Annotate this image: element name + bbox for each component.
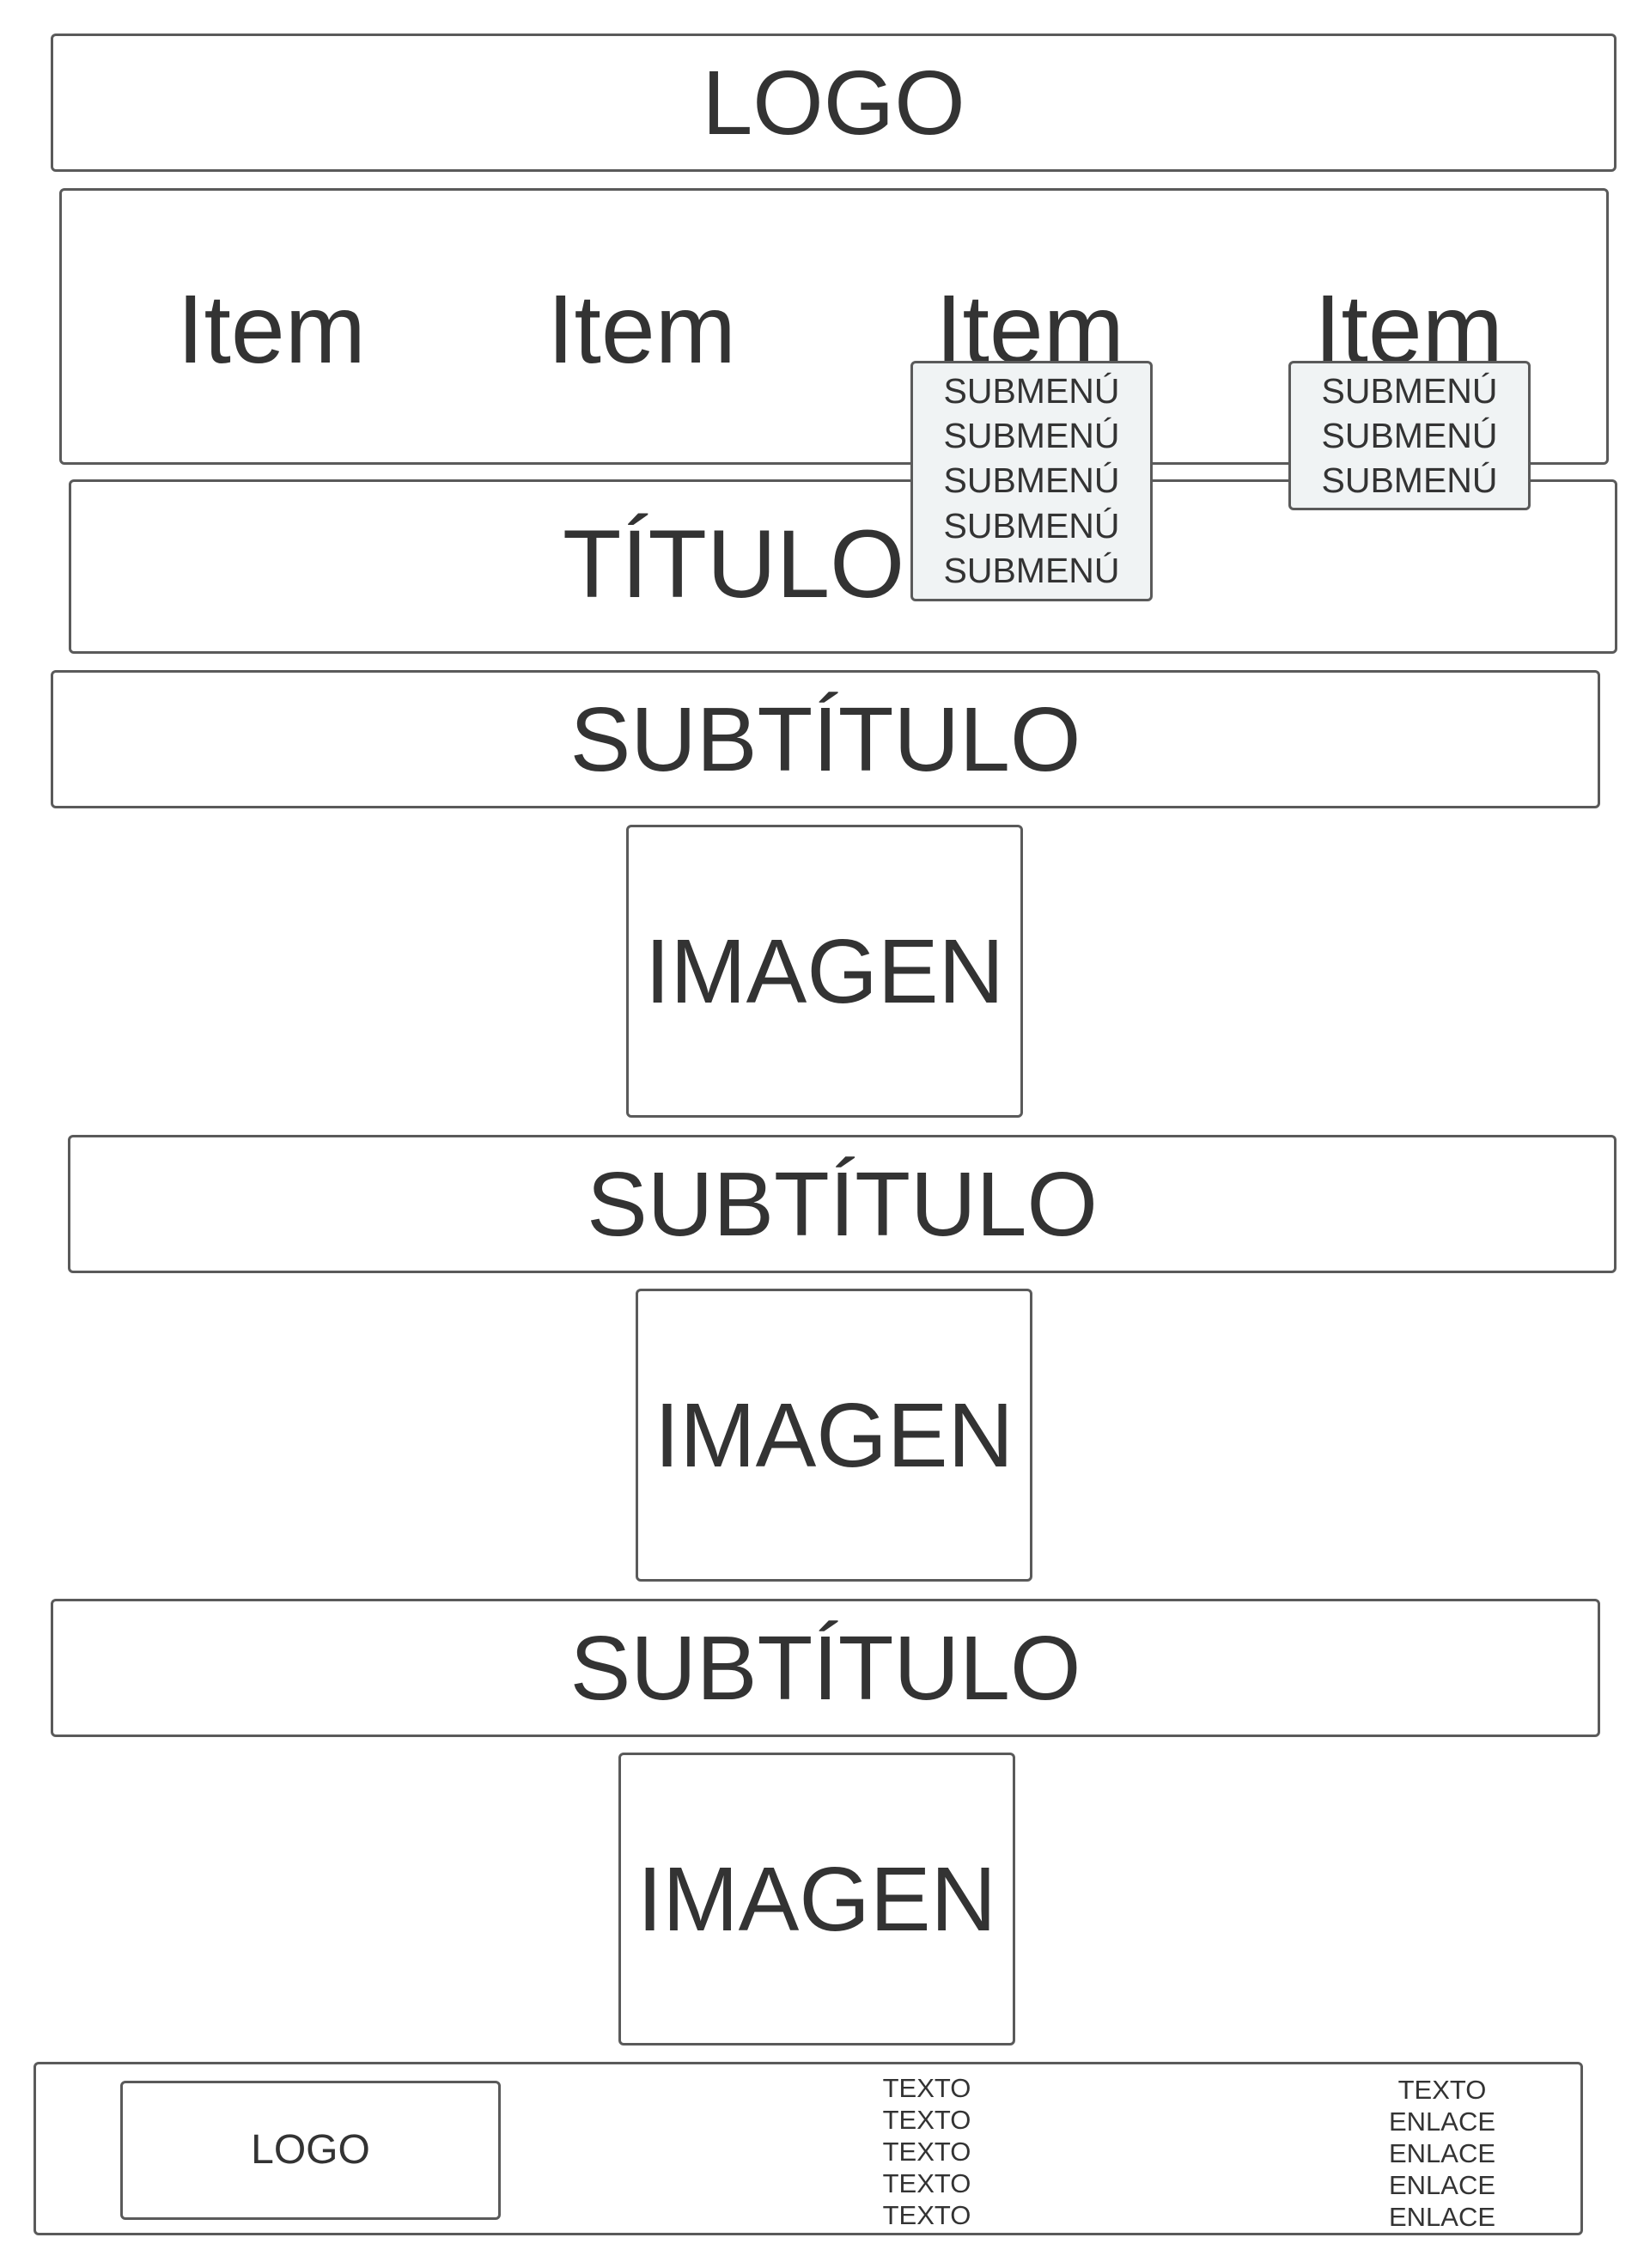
image-placeholder-3: IMAGEN [618, 1753, 1015, 2045]
footer-text-column: TEXTO TEXTO TEXTO TEXTO TEXTO [883, 2072, 971, 2231]
subtitle-box-1: SUBTÍTULO [51, 670, 1600, 808]
submenu-link[interactable]: SUBMENÚ [943, 418, 1119, 454]
footer-logo-box[interactable]: LOGO [120, 2081, 501, 2220]
footer-link[interactable]: ENLACE [1389, 2201, 1495, 2233]
image-placeholder-2: IMAGEN [636, 1289, 1032, 1582]
image-label-1: IMAGEN [644, 920, 1005, 1022]
nav-item-1[interactable]: Item [177, 281, 366, 378]
footer-link[interactable]: ENLACE [1389, 2169, 1495, 2201]
subtitle-3: SUBTÍTULO [569, 1617, 1081, 1719]
subtitle-1: SUBTÍTULO [569, 688, 1081, 790]
footer-text: TEXTO [882, 2073, 971, 2103]
submenu-link[interactable]: SUBMENÚ [943, 508, 1119, 544]
submenu-link[interactable]: SUBMENÚ [943, 373, 1119, 409]
header-logo-box[interactable]: LOGO [51, 34, 1617, 172]
page-title: TÍTULO [563, 510, 905, 618]
footer-link[interactable]: ENLACE [1389, 2106, 1495, 2137]
footer: LOGO TEXTO TEXTO TEXTO TEXTO TEXTO TEXTO… [33, 2062, 1583, 2235]
footer-text: TEXTO [882, 2137, 971, 2167]
submenu-link[interactable]: SUBMENÚ [1321, 373, 1497, 409]
submenu-link[interactable]: SUBMENÚ [943, 463, 1119, 498]
footer-text: TEXTO [1397, 2075, 1487, 2105]
submenu-link[interactable]: SUBMENÚ [1321, 462, 1497, 498]
image-placeholder-1: IMAGEN [626, 825, 1023, 1118]
footer-logo-label: LOGO [251, 2127, 370, 2173]
submenu-item-4: SUBMENÚ SUBMENÚ SUBMENÚ [1288, 361, 1531, 510]
footer-text: TEXTO [882, 2200, 971, 2230]
footer-text: TEXTO [882, 2168, 971, 2198]
header-logo-label: LOGO [702, 52, 965, 154]
submenu-link[interactable]: SUBMENÚ [1321, 418, 1497, 454]
nav-item-2[interactable]: Item [547, 281, 736, 378]
submenu-link[interactable]: SUBMENÚ [943, 553, 1119, 588]
footer-text: TEXTO [882, 2105, 971, 2135]
footer-link[interactable]: ENLACE [1389, 2137, 1495, 2169]
subtitle-2: SUBTÍTULO [587, 1153, 1098, 1255]
footer-link-column: TEXTO ENLACE ENLACE ENLACE ENLACE [1389, 2074, 1495, 2233]
submenu-item-3: SUBMENÚ SUBMENÚ SUBMENÚ SUBMENÚ SUBMENÚ [910, 361, 1153, 601]
image-label-2: IMAGEN [654, 1384, 1014, 1486]
image-label-3: IMAGEN [636, 1848, 997, 1950]
subtitle-box-2: SUBTÍTULO [68, 1135, 1617, 1273]
subtitle-box-3: SUBTÍTULO [51, 1599, 1600, 1737]
